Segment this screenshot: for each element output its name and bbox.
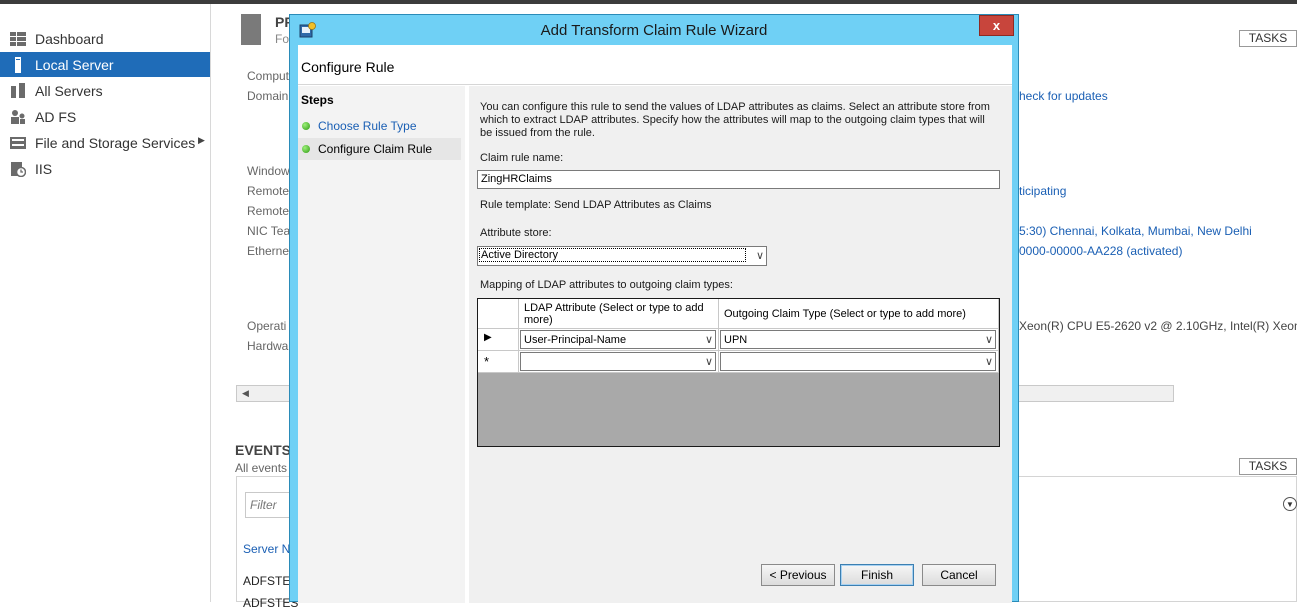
chevron-down-icon[interactable]: ∨	[756, 249, 764, 262]
ldap-attribute-value: User-Principal-Name	[524, 334, 627, 346]
step-configure-claim-rule: Configure Claim Rule	[298, 138, 461, 160]
chevron-down-icon[interactable]: ∨	[705, 355, 713, 368]
server-name-column-header[interactable]: Server N	[243, 542, 290, 556]
sidebar-item-label: All Servers	[35, 82, 103, 99]
property-label: Comput	[247, 69, 290, 83]
ldap-attribute-select[interactable]: User-Principal-Name ∨	[520, 330, 716, 349]
properties-header-icon	[241, 14, 261, 45]
scroll-left-icon[interactable]: ◀	[237, 386, 254, 401]
sidebar-item-ad-fs[interactable]: AD FS	[0, 104, 210, 129]
rule-description: You can configure this rule to send the …	[480, 101, 990, 139]
dialog-titlebar[interactable]: Add Transform Claim Rule Wizard x	[290, 15, 1018, 45]
sidebar-item-label: Dashboard	[35, 30, 104, 47]
server-manager-sidebar: Dashboard Local Server All Servers AD FS…	[0, 4, 211, 602]
sidebar-item-label: File and Storage Services	[35, 134, 196, 151]
submenu-arrow-icon[interactable]: ▶	[198, 135, 205, 146]
steps-panel: Steps Choose Rule Type Configure Claim R…	[298, 86, 465, 603]
close-button[interactable]: x	[979, 15, 1014, 36]
previous-button[interactable]: < Previous	[761, 564, 835, 586]
attribute-store-value: Active Directory	[479, 248, 746, 262]
table-row: ∨	[719, 351, 999, 373]
finish-button[interactable]: Finish	[840, 564, 914, 586]
step-choose-rule-type[interactable]: Choose Rule Type	[298, 115, 461, 137]
sidebar-item-local-server[interactable]: Local Server	[0, 52, 210, 77]
property-label: Remote	[247, 184, 290, 198]
dialog-client-area: Configure Rule Steps Choose Rule Type Co…	[298, 45, 1012, 603]
sidebar-item-file-and-storage[interactable]: File and Storage Services ▶	[0, 130, 210, 155]
adfs-icon	[10, 109, 28, 125]
step-status-icon	[302, 145, 310, 153]
sidebar-item-label: IIS	[35, 160, 53, 177]
sidebar-item-label: AD FS	[35, 108, 77, 125]
claim-rule-name-label: Claim rule name:	[480, 152, 564, 164]
cancel-button[interactable]: Cancel	[922, 564, 996, 586]
property-label: Domain	[247, 89, 289, 103]
grid-corner-cell	[478, 299, 519, 329]
events-tasks-dropdown[interactable]: TASKS	[1239, 458, 1297, 475]
iis-icon	[10, 161, 28, 177]
table-row: ∨	[519, 351, 719, 373]
step-label: Choose Rule Type	[318, 119, 417, 133]
sidebar-item-all-servers[interactable]: All Servers	[0, 78, 210, 103]
sidebar-item-dashboard[interactable]: Dashboard	[0, 26, 210, 51]
claim-rule-name-input[interactable]: ZingHRClaims	[477, 170, 1000, 189]
ldap-attribute-select[interactable]: ∨	[520, 352, 716, 371]
steps-title: Steps	[301, 93, 334, 107]
sidebar-item-label: Local Server	[35, 56, 114, 73]
storage-icon	[10, 135, 28, 151]
servers-icon	[10, 82, 28, 99]
property-label: Window	[247, 164, 290, 178]
table-row: UPN ∨	[719, 329, 999, 351]
property-label: Remote	[247, 204, 290, 218]
events-title: EVENTS	[235, 442, 292, 458]
product-id-link[interactable]: 0000-00000-AA228 (activated)	[1019, 244, 1182, 258]
rule-template-text: Rule template: Send LDAP Attributes as C…	[480, 199, 712, 211]
property-label: NIC Tea	[247, 224, 291, 238]
processor-value: Xeon(R) CPU E5-2620 v2 @ 2.10GHz, Intel(…	[1019, 319, 1297, 333]
dashboard-icon	[10, 31, 28, 47]
server-icon	[10, 56, 28, 73]
outgoing-claim-type-select[interactable]: ∨	[720, 352, 996, 371]
row-selector-icon[interactable]: ▶	[478, 329, 519, 351]
property-label: Hardwa	[247, 339, 289, 353]
timezone-link[interactable]: 5:30) Chennai, Kolkata, Mumbai, New Delh…	[1019, 224, 1252, 238]
outgoing-claim-type-select[interactable]: UPN ∨	[720, 330, 996, 349]
dialog-header: Configure Rule	[298, 45, 1012, 85]
table-row: User-Principal-Name ∨	[519, 329, 719, 351]
claim-type-value: UPN	[724, 334, 748, 346]
properties-subtitle: Fo	[275, 32, 290, 46]
participating-link[interactable]: ticipating	[1019, 184, 1066, 198]
chevron-down-icon[interactable]: ∨	[985, 333, 993, 346]
check-updates-link[interactable]: heck for updates	[1019, 89, 1108, 103]
chevron-down-icon[interactable]: ∨	[705, 333, 713, 346]
add-transform-claim-rule-dialog: Add Transform Claim Rule Wizard x Config…	[289, 14, 1019, 603]
attribute-store-select[interactable]: Active Directory ∨	[477, 246, 767, 266]
events-subtitle: All events	[235, 461, 288, 475]
chevron-down-icon[interactable]: ∨	[985, 355, 993, 368]
step-label: Configure Claim Rule	[318, 142, 433, 156]
grid-header-ldap-attribute[interactable]: LDAP Attribute (Select or type to add mo…	[519, 299, 719, 329]
property-label: Operati	[247, 319, 287, 333]
new-row-marker-icon[interactable]: *	[478, 351, 519, 373]
mapping-label: Mapping of LDAP attributes to outgoing c…	[480, 279, 733, 291]
step-status-icon	[302, 122, 310, 130]
tasks-dropdown[interactable]: TASKS	[1239, 30, 1297, 47]
sidebar-item-iis[interactable]: IIS	[0, 156, 210, 181]
property-label: Etherne	[247, 244, 290, 258]
expand-chevron-icon[interactable]: ▼	[1283, 497, 1297, 511]
page-title: Configure Rule	[301, 59, 395, 75]
grid-header-outgoing-claim-type[interactable]: Outgoing Claim Type (Select or type to a…	[719, 299, 999, 329]
mapping-grid: LDAP Attribute (Select or type to add mo…	[477, 298, 1000, 447]
attribute-store-label: Attribute store:	[480, 227, 552, 239]
dialog-title: Add Transform Claim Rule Wizard	[540, 22, 768, 39]
